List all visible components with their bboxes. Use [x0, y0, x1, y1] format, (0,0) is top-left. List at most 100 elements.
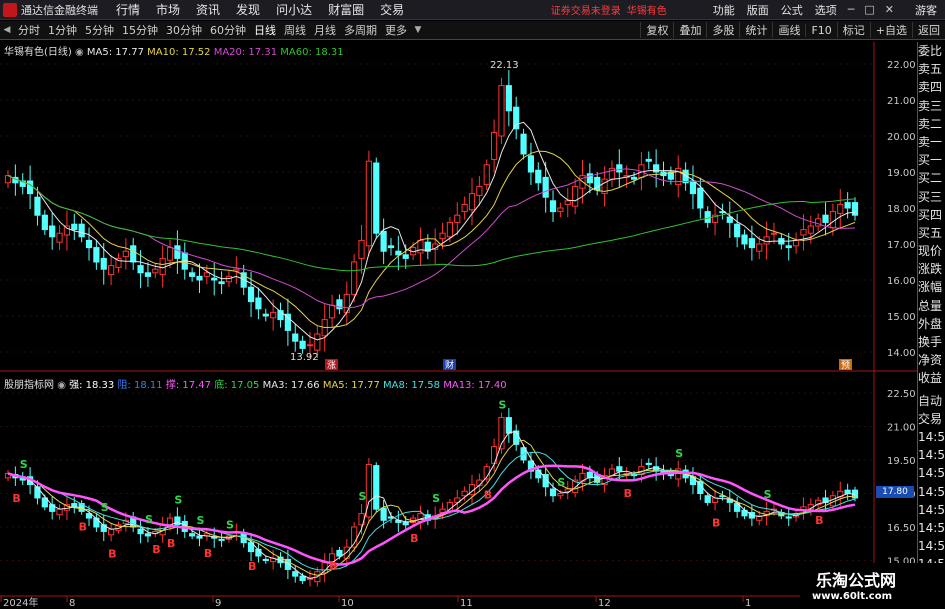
main-candle — [56, 232, 63, 243]
main-y-tick: 22.00 — [887, 60, 916, 71]
chart-canvas[interactable]: BBB B BBB BBB BB BSSSSS SS SSSSS 22.0021.0020.0… — [0, 0, 917, 609]
sub-candle — [402, 522, 409, 526]
sub-candle — [844, 489, 851, 494]
x-axis-labels: 2024年 8 9 10 11 12 1 — [0, 596, 751, 609]
main-candle — [218, 281, 225, 285]
main-y-tick: 15.00 — [887, 312, 916, 323]
main-candle — [800, 229, 807, 236]
sub-candle — [616, 466, 623, 472]
sidebar-net-asset[interactable]: 净资 — [918, 351, 945, 369]
sidebar-buy3[interactable]: 买三 — [918, 188, 945, 206]
sidebar-volume[interactable]: 总量 — [918, 297, 945, 315]
main-candle — [284, 313, 291, 331]
main-candle — [542, 176, 549, 198]
main-candle — [851, 202, 859, 216]
sub-settings-icon[interactable]: ◉ — [57, 380, 66, 391]
buy-signal: B — [108, 547, 116, 560]
sub-candle — [56, 508, 63, 516]
sidebar-buy2[interactable]: 买二 — [918, 169, 945, 187]
main-candle — [152, 268, 159, 274]
x-tick-label: 2024年 — [3, 596, 38, 609]
main-candle — [483, 164, 490, 186]
sub-ma3-value: MA3: 17.66 — [262, 380, 320, 391]
sidebar-weibi[interactable]: 委比 — [918, 42, 945, 60]
buy-signal: B — [167, 537, 175, 550]
main-settings-icon[interactable]: ◉ — [75, 47, 84, 58]
sidebar-auto[interactable]: 自动 — [918, 392, 945, 410]
main-candle — [837, 203, 844, 214]
main-candle — [785, 245, 792, 249]
buy-signal: B — [152, 543, 160, 556]
main-candle — [34, 196, 41, 216]
sell-signal: S — [196, 514, 204, 527]
x-tick-label: 11 — [460, 598, 473, 609]
main-candle — [704, 211, 711, 223]
sidebar-sell2[interactable]: 卖二 — [918, 115, 945, 133]
main-candle — [697, 187, 704, 209]
main-candle — [93, 247, 100, 263]
sub-candle — [262, 558, 269, 562]
sell-signal: S — [20, 458, 28, 471]
main-candle — [100, 257, 107, 270]
sidebar-price[interactable]: 现价 — [918, 242, 945, 260]
main-candle — [520, 133, 527, 155]
main-candle — [748, 238, 755, 249]
main-candle — [468, 193, 476, 211]
ma20-value: MA20: 17.31 — [213, 47, 278, 58]
sidebar-sell3[interactable]: 卖三 — [918, 97, 945, 115]
x-tick-label: 8 — [69, 598, 75, 609]
sub-candle — [299, 575, 306, 582]
sidebar-outer[interactable]: 外盘 — [918, 315, 945, 333]
main-candle — [822, 214, 829, 223]
strong-value: 强: 18.33 — [69, 380, 115, 391]
sidebar-turnover[interactable]: 换手 — [918, 333, 945, 351]
sidebar-time-5: 14:56 — [918, 502, 945, 517]
marker-cai[interactable]: 财 — [445, 359, 454, 371]
sub-candle — [174, 516, 181, 526]
guest-user[interactable]: 游客 — [915, 2, 937, 18]
main-candle — [770, 232, 778, 235]
buy-signal: B — [248, 560, 256, 573]
sidebar-sell5[interactable]: 卖五 — [918, 60, 945, 78]
sidebar-time-6: 14:56 — [918, 520, 945, 535]
bottom-value: 底: 17.05 — [214, 380, 260, 391]
marker-zhang[interactable]: 涨 — [327, 360, 336, 371]
main-candle — [741, 234, 748, 245]
main-candle — [26, 180, 34, 195]
main-candle — [491, 131, 498, 160]
sidebar-sell4[interactable]: 卖四 — [918, 78, 945, 96]
main-candle — [689, 180, 697, 195]
sub-y-tick: 22.50 — [887, 389, 916, 400]
sidebar-change-pct[interactable]: 涨幅 — [918, 278, 945, 296]
main-candle — [78, 223, 85, 238]
sidebar-buy4[interactable]: 买四 — [918, 206, 945, 224]
main-candle — [255, 297, 262, 310]
sell-signal: S — [432, 492, 440, 505]
main-y-axis-labels: 22.00 21.00 20.00 19.00 18.00 17.00 16.00 15.00… — [887, 60, 916, 359]
sidebar-time-4: 14:56 — [918, 484, 945, 499]
main-candle — [645, 158, 652, 162]
main-ma10-line — [7, 150, 856, 329]
buy-signal: B — [484, 488, 492, 501]
sidebar-buy1[interactable]: 买一 — [918, 151, 945, 169]
sub-candle — [704, 495, 711, 503]
marker-yu[interactable]: 预 — [841, 360, 850, 371]
sidebar-time-7: 14:56 — [918, 539, 945, 554]
sub-y-tick: 19.50 — [887, 456, 916, 467]
main-candle — [844, 202, 851, 209]
main-candle — [49, 225, 56, 238]
main-ma-lines — [7, 121, 856, 341]
sidebar-earnings[interactable]: 收益 — [918, 369, 945, 387]
tdx-window: { "menubar": { "app_title": "通达信金融终端", "… — [0, 0, 945, 609]
sidebar-change[interactable]: 涨跌 — [918, 260, 945, 278]
main-candle — [144, 272, 152, 277]
sidebar-sell1[interactable]: 卖一 — [918, 133, 945, 151]
main-y-tick: 21.00 — [887, 96, 916, 107]
main-candle — [446, 221, 454, 238]
sidebar-trade[interactable]: 交易 — [918, 410, 945, 428]
sidebar-buy5[interactable]: 买五 — [918, 224, 945, 242]
sub-candle — [689, 476, 697, 486]
sub-ma13-value: MA13: 17.40 — [443, 380, 507, 391]
main-candle — [292, 333, 299, 342]
main-candle — [630, 176, 638, 180]
